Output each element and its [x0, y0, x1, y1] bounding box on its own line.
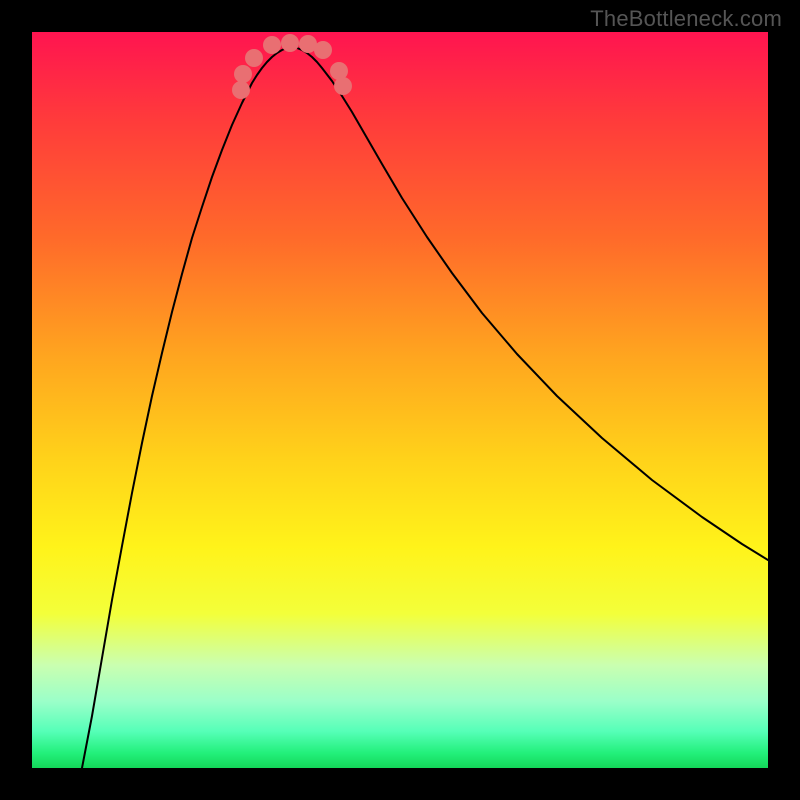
marker-dot — [263, 36, 281, 54]
marker-dot — [334, 77, 352, 95]
series-right-branch — [292, 47, 768, 560]
marker-dot — [314, 41, 332, 59]
plot-area — [32, 32, 768, 768]
curve-layer — [32, 32, 768, 768]
attribution-label: TheBottleneck.com — [590, 6, 782, 32]
chart-frame: TheBottleneck.com — [0, 0, 800, 800]
marker-dot — [281, 34, 299, 52]
marker-dot — [232, 81, 250, 99]
marker-dot — [245, 49, 263, 67]
series-left-branch — [82, 47, 292, 768]
marker-dot — [234, 65, 252, 83]
